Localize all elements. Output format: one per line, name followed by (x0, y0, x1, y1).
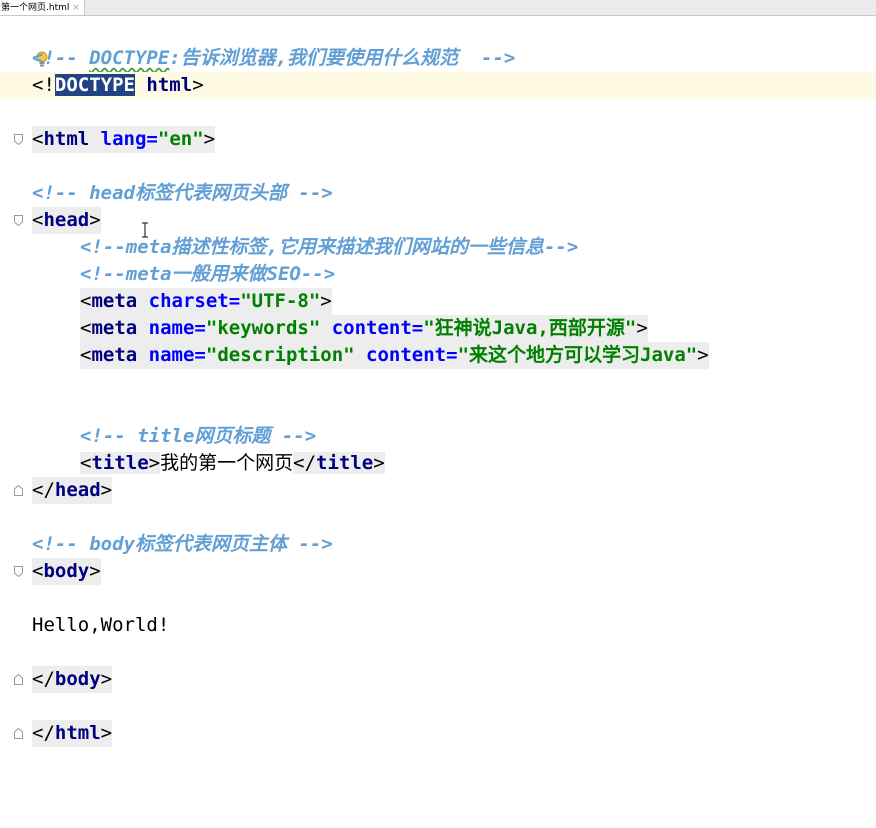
comment-keyword: DOCTYPE (89, 47, 170, 69)
file-tab[interactable]: 第一个网页.html × (0, 0, 85, 15)
code-line: <!-- title网页标题 --> (0, 423, 876, 450)
bracket: </ (293, 452, 317, 474)
bracket: </ (32, 479, 55, 501)
tag-name: head (54, 479, 101, 501)
attribute-name: lang= (100, 128, 158, 150)
attribute-value: "来这个地方可以学习Java" (457, 344, 698, 366)
tag-name: html (54, 722, 101, 744)
text-content: 我的第一个网页 (160, 452, 294, 474)
bracket: < (32, 128, 44, 150)
bracket: < (80, 344, 92, 366)
attribute-value: "狂神说Java,西部开源" (423, 317, 637, 339)
bracket: > (89, 209, 101, 231)
bracket: < (80, 317, 92, 339)
comment-text: :告诉浏览器,我们要使用什么规范 --> (169, 47, 516, 69)
bracket: < (80, 290, 92, 312)
code-line: <meta name="description" content="来这个地方可… (0, 342, 876, 369)
code-line: <!-- head标签代表网页头部 --> (0, 180, 876, 207)
attribute-name: name= (148, 344, 206, 366)
attribute-name: content= (366, 344, 458, 366)
tag-name: head (43, 209, 90, 231)
comment-text: <!--meta一般用来做SEO--> (80, 263, 336, 285)
code-line: <head> (0, 207, 876, 234)
bracket: </ (32, 722, 55, 744)
code-line-current: <!DOCTYPE html> (0, 72, 876, 99)
tag-name: body (54, 668, 101, 690)
bracket: > (636, 317, 648, 339)
file-tab-label: 第一个网页.html (1, 2, 70, 13)
tag-name: html (146, 74, 193, 96)
tag-name: body (43, 560, 90, 582)
bracket: <! (32, 74, 55, 96)
fold-open-icon[interactable] (14, 566, 23, 577)
comment-text: <!-- body标签代表网页主体 --> (32, 533, 333, 555)
fold-close-icon[interactable] (14, 674, 23, 685)
code-line: </body> (0, 666, 876, 693)
code-line: Hello,World! (0, 612, 876, 639)
comment-text: <!-- title网页标题 --> (80, 425, 317, 447)
comment-text: <!-- head标签代表网页头部 --> (32, 182, 333, 204)
bracket: < (80, 452, 92, 474)
editor-tab-bar: 第一个网页.html × (0, 0, 876, 16)
attribute-value: "en" (157, 128, 204, 150)
tag-name: meta (91, 290, 138, 312)
selected-text[interactable]: DOCTYPE (54, 74, 135, 96)
tag-name: meta (91, 317, 138, 339)
bracket: > (100, 479, 113, 501)
bracket: > (100, 722, 113, 744)
code-line: <meta name="keywords" content="狂神说Java,西… (0, 315, 876, 342)
attribute-value: "keywords" (205, 317, 321, 339)
code-line: <!-- DOCTYPE:告诉浏览器,我们要使用什么规范 --> (0, 45, 876, 72)
bracket: > (148, 452, 161, 474)
code-line: <html lang="en"> (0, 126, 876, 153)
fold-open-icon[interactable] (14, 134, 23, 145)
attribute-name: charset= (148, 290, 241, 312)
close-tab-icon[interactable]: × (72, 1, 80, 15)
tag-name: title (316, 452, 374, 474)
bracket: </ (32, 668, 55, 690)
bracket: > (373, 452, 385, 474)
comment-text: < (32, 47, 44, 69)
bracket: > (697, 344, 709, 366)
comment-text: <!--meta描述性标签,它用来描述我们网站的一些信息--> (80, 236, 579, 258)
attribute-name: name= (148, 317, 206, 339)
code-line: <body> (0, 558, 876, 585)
tag-name: html (43, 128, 90, 150)
text-cursor-icon (142, 222, 148, 238)
fold-close-icon[interactable] (14, 728, 23, 739)
tag-name: meta (91, 344, 138, 366)
attribute-value: "description" (205, 344, 355, 366)
attribute-value: "UTF-8" (240, 290, 321, 312)
bracket: > (320, 290, 332, 312)
bracket: > (192, 74, 204, 96)
fold-close-icon[interactable] (14, 485, 23, 496)
code-line: <!--meta一般用来做SEO--> (0, 261, 876, 288)
code-line: <title>我的第一个网页</title> (0, 450, 876, 477)
code-line: </html> (0, 720, 876, 747)
code-line: <!--meta描述性标签,它用来描述我们网站的一些信息--> (0, 234, 876, 261)
code-editor[interactable]: <!-- DOCTYPE:告诉浏览器,我们要使用什么规范 --> <!DOCTY… (0, 16, 876, 778)
fold-open-icon[interactable] (14, 215, 23, 226)
comment-text: !-- (43, 47, 90, 69)
tag-name: title (91, 452, 149, 474)
bracket: > (89, 560, 101, 582)
bracket: > (203, 128, 216, 150)
code-line: </head> (0, 477, 876, 504)
bracket: < (32, 209, 44, 231)
bracket: < (32, 560, 44, 582)
code-line: <meta charset="UTF-8"> (0, 288, 876, 315)
code-line: <!-- body标签代表网页主体 --> (0, 531, 876, 558)
text-content: Hello,World! (32, 614, 170, 636)
attribute-name: content= (331, 317, 424, 339)
bracket: > (100, 668, 113, 690)
